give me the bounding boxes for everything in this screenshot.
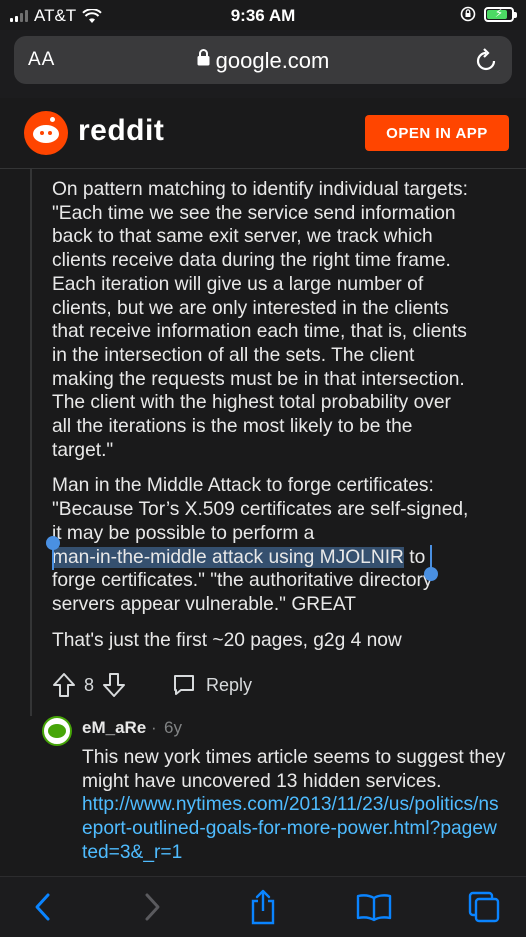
selection-end-handle[interactable] (424, 545, 438, 582)
text-line: Man in the Middle Attack to forge certif… (52, 475, 434, 497)
comment-thread: On pattern matching to identify individu… (0, 168, 526, 876)
text-line: might have uncovered 13 hidden services. (82, 770, 442, 792)
username[interactable]: eM_aRe · (82, 718, 157, 738)
text-line: clients, but we are only interested in t… (52, 297, 449, 319)
comment-age: 6y (164, 718, 182, 737)
text-line: in the intersection of all the sets. The… (52, 344, 415, 366)
article-link[interactable]: http://www.nytimes.com/2013/11/23/us/pol… (82, 794, 499, 815)
battery-icon: ⚡ (484, 5, 517, 22)
reddit-logo-icon[interactable] (24, 111, 68, 155)
tabs-button[interactable] (464, 887, 504, 927)
comment-icon (174, 675, 195, 695)
back-button[interactable] (22, 887, 62, 927)
bookmarks-button[interactable] (354, 887, 394, 927)
username-text[interactable]: eM_aRe (82, 718, 146, 737)
article-link[interactable]: eport-outlined-goals-for-more-power.html… (82, 818, 497, 839)
text-line: forge certificates." "the authoritative … (52, 570, 433, 592)
text-line: "Because Tor’s X.509 certificates are se… (52, 499, 469, 521)
upvote-icon[interactable] (52, 672, 76, 698)
downvote-icon[interactable] (102, 672, 126, 698)
reply-button[interactable]: Reply (172, 673, 252, 697)
share-icon (251, 889, 275, 925)
thread-line[interactable] (30, 168, 32, 716)
forward-icon (145, 893, 160, 921)
text-line: The client with the highest total probab… (52, 392, 451, 414)
orientation-lock-icon (460, 6, 476, 22)
text-line: to (403, 546, 426, 568)
lock-icon (197, 49, 210, 70)
browser-toolbar (0, 876, 526, 937)
reddit-wordmark[interactable]: reddit (78, 114, 164, 148)
text-line: On pattern matching to identify individu… (52, 179, 468, 200)
vote-count: 8 (84, 674, 95, 695)
text-line: it may be possible to perform a (52, 522, 315, 544)
reply-label: Reply (206, 674, 253, 695)
back-icon (35, 893, 50, 921)
url-display[interactable]: google.com (14, 48, 512, 74)
comment-actions: 8 Reply (52, 671, 252, 699)
status-bar: AT&T 9:36 AM ⚡ (0, 0, 526, 30)
share-button[interactable] (243, 887, 283, 927)
child-comment-body: This new york times article seems to sug… (82, 746, 526, 865)
text-line: Each iteration will give us a large numb… (52, 273, 424, 295)
browser-address-area: AA google.com (0, 30, 526, 98)
text-line: "Each time we see the service send infor… (52, 202, 456, 224)
text-line: back to that same exit server, we track … (52, 226, 433, 248)
meta-separator: · (151, 718, 157, 737)
text-line: servers appear vulnerable." GREAT (52, 593, 356, 615)
bookmarks-icon (356, 894, 392, 922)
url-text: google.com (215, 48, 330, 73)
article-link[interactable]: ted=3&_r=1 (82, 842, 182, 863)
text-line: all the iterations is the most likely to… (52, 416, 413, 438)
comment-paragraph-1: On pattern matching to identify individu… (52, 178, 522, 462)
comment-paragraph-2: Man in the Middle Attack to forge certif… (46, 474, 522, 616)
address-bar[interactable]: AA google.com (14, 36, 512, 84)
reddit-header: reddit OPEN IN APP (0, 98, 526, 169)
forward-button[interactable] (133, 887, 173, 927)
text-line: clients receive data during the right ti… (52, 250, 451, 272)
open-in-app-button[interactable]: OPEN IN APP (365, 115, 509, 151)
comment-paragraph-3: That's just the first ~20 pages, g2g 4 n… (52, 629, 402, 651)
selected-text[interactable]: man-in-the-middle attack using MJOLNIR (52, 546, 404, 568)
charging-bolt-icon: ⚡ (494, 5, 504, 20)
text-line: making the requests must be in that inte… (52, 368, 465, 390)
comment-body: On pattern matching to identify individu… (46, 178, 522, 664)
text-line: This new york times article seems to sug… (82, 747, 506, 768)
status-right: ⚡ (460, 5, 517, 22)
tabs-icon (468, 891, 500, 923)
text-line: that receive information each time, that… (52, 321, 467, 343)
status-time: 9:36 AM (230, 6, 296, 25)
selection-start-handle[interactable] (46, 536, 60, 571)
reload-icon[interactable] (474, 47, 498, 73)
user-avatar[interactable] (42, 716, 72, 746)
text-line: target." (52, 439, 114, 461)
